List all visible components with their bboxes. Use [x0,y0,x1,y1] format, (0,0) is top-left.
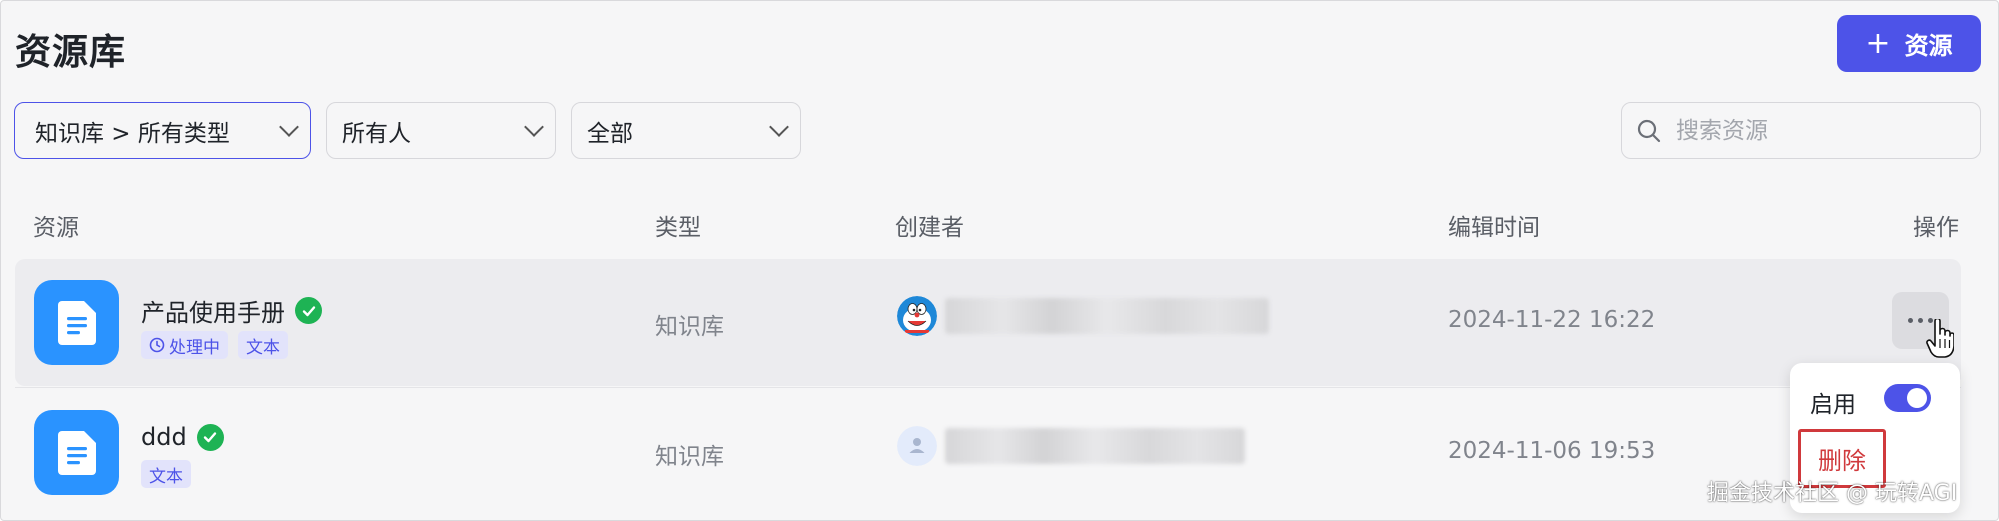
owner-filter[interactable]: 所有人 [326,102,556,159]
add-resource-label: 资源 [1904,32,1953,60]
status-badge: 处理中 [141,331,228,359]
creator-name-redacted [945,428,1245,464]
format-badge-label: 文本 [246,337,280,358]
enable-label: 启用 [1810,392,1856,418]
format-badge: 文本 [141,460,191,488]
resource-tags: 文本 [141,460,191,488]
format-badge-label: 文本 [149,466,183,487]
enable-toggle[interactable] [1884,384,1931,412]
document-icon [34,410,119,495]
document-icon [34,280,119,365]
column-header-type: 类型 [655,215,701,241]
plus-icon: + [1865,25,1891,61]
chevron-down-icon [279,116,299,137]
more-dot [1908,318,1913,323]
owner-filter-value: 所有人 [342,120,411,147]
status-badge-label: 处理中 [169,337,220,358]
column-header-actions: 操作 [1913,215,1959,241]
resource-name[interactable]: 产品使用手册 [141,293,322,328]
resource-name[interactable]: ddd [141,423,224,451]
creator-name-redacted [945,298,1269,334]
doraemon-avatar [897,296,937,336]
add-resource-button[interactable]: + 资源 [1837,15,1981,72]
search-input[interactable] [1676,117,1956,144]
search-box[interactable] [1621,102,1981,159]
resource-library-page: 资源库 + 资源 知识库 > 所有类型 所有人 全部 资源 类型 创建者 编辑时… [0,0,1999,521]
column-header-resource: 资源 [33,215,79,241]
status-filter[interactable]: 全部 [571,102,801,159]
resource-type: 知识库 [655,314,724,340]
watermark: 掘金技术社区 @ 玩转AGI [1707,481,1958,506]
table-row[interactable]: ddd 文本 知识库 2024-11-06 19:53 [15,389,1961,516]
status-filter-value: 全部 [587,120,633,147]
table-row[interactable]: 产品使用手册 处理中 文本 知识库 2024-11-22 16:22 [15,259,1961,386]
chevron-down-icon [769,116,789,137]
resource-name-text: 产品使用手册 [141,299,285,327]
row-divider [15,387,1961,388]
check-circle-icon [196,423,224,451]
edited-time: 2024-11-06 19:53 [1448,438,1656,464]
column-header-edited-at: 编辑时间 [1448,215,1540,241]
clock-icon [149,337,165,353]
resource-tags: 处理中 文本 [141,331,288,359]
check-circle-icon [295,297,322,324]
chevron-down-icon [524,116,544,137]
resource-name-text: ddd [141,423,187,451]
default-user-avatar [897,426,937,466]
edited-time: 2024-11-22 16:22 [1448,307,1656,333]
knowledge-type-filter[interactable]: 知识库 > 所有类型 [14,102,311,159]
knowledge-type-filter-value: 知识库 > 所有类型 [35,120,230,147]
more-dot [1918,318,1923,323]
hand-cursor-icon [1926,319,1954,358]
toggle-knob [1907,388,1927,408]
column-header-creator: 创建者 [895,215,964,241]
page-title: 资源库 [15,32,127,73]
search-icon [1637,119,1661,142]
format-badge: 文本 [238,331,288,359]
resource-type: 知识库 [655,444,724,470]
